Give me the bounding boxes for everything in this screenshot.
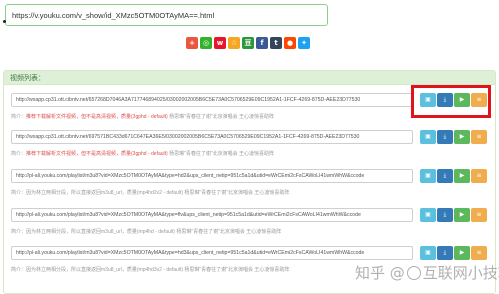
watermark-logo-icon bbox=[406, 266, 421, 280]
video-description: 简介：因为林立两相分段，所以直接返回m3u8_url，质量(mp4hd2v2 -… bbox=[11, 189, 487, 196]
video-title-text: 杨思琳"青春往了谢"北京演唱会 王心凌惊喜助阵 bbox=[176, 229, 282, 235]
video-link-field[interactable]: http://wxapp.cp31.ott.cibntv.net/697571B… bbox=[11, 130, 413, 144]
quality-note: 因为林立两相分段，所以直接返回m3u8_url，质量(mp4hd2v2 - de… bbox=[26, 190, 183, 196]
download-button[interactable]: ⤓ bbox=[437, 246, 453, 260]
quality-note: 因为林立两相分段，所以直接返回m3u8_url，质量(mp4hd - defau… bbox=[26, 229, 175, 235]
video-title-text: 杨思琳"青春往了谢"北京演唱会 王心凌惊喜助阵 bbox=[184, 190, 290, 196]
play-button[interactable]: ▶ bbox=[454, 130, 470, 144]
copy-button[interactable]: ▣ bbox=[420, 208, 436, 222]
copy-button[interactable]: ▣ bbox=[420, 130, 436, 144]
video-title-text: 杨思琳"青春往了谢"北京演唱会 王心凌惊喜助阵 bbox=[169, 114, 275, 120]
description-label: 简介： bbox=[11, 114, 27, 120]
download-button[interactable]: ⤓ bbox=[437, 169, 453, 183]
play-button[interactable]: ▶ bbox=[454, 246, 470, 260]
row-action-buttons: ▣ ⤓ ▶ ≡ bbox=[420, 208, 487, 222]
download-button[interactable]: ⤓ bbox=[437, 130, 453, 144]
description-label: 简介： bbox=[11, 190, 27, 196]
weibo-icon[interactable]: w bbox=[214, 37, 226, 49]
download-button[interactable]: ⤓ bbox=[437, 208, 453, 222]
menu-button[interactable]: ≡ bbox=[471, 130, 487, 144]
video-link-field[interactable]: http://wxapp.cp31.ott.cibntv.net/657268D… bbox=[11, 93, 413, 107]
video-link-field[interactable]: http://pl-ali.youku.com/playlist/m3u8?vi… bbox=[11, 208, 413, 222]
play-button[interactable]: ▶ bbox=[454, 208, 470, 222]
description-label: 简介： bbox=[11, 151, 27, 157]
douban-icon[interactable]: 豆 bbox=[242, 37, 254, 49]
watermark: 知乎 @ 互联网小技巧 bbox=[355, 262, 499, 283]
plus-icon[interactable]: + bbox=[186, 37, 198, 49]
cursor-dot bbox=[3, 20, 6, 23]
video-description: 简介：因为林立两相分段，所以直接返回m3u8_url，质量(mp4hd - de… bbox=[11, 228, 487, 235]
highlight-box bbox=[411, 85, 491, 118]
play-button[interactable]: ▶ bbox=[454, 169, 470, 183]
quality-note: 推荐下载解析文件视频，但不是高清视频，质量(3gphd - default) bbox=[26, 151, 168, 157]
video-link-field[interactable]: http://pl-ali.youku.com/playlist/m3u8?vi… bbox=[11, 246, 413, 260]
video-description: 简介：推荐下载解析文件视频，但不是高清视频，质量(3gphd - default… bbox=[11, 150, 487, 157]
row-action-buttons: ▣ ⤓ ▶ ≡ bbox=[420, 169, 487, 183]
menu-button[interactable]: ≡ bbox=[471, 246, 487, 260]
row-action-buttons: ▣ ⤓ ▶ ≡ bbox=[420, 130, 487, 144]
quality-note: 因为林立两相分段，所以直接返回m3u8_url，质量(mp4hd3v2 - de… bbox=[26, 267, 183, 273]
watermark-left: 知乎 @ bbox=[355, 264, 405, 282]
video-link-field[interactable]: http://pl-ali.youku.com/playlist/m3u8?vi… bbox=[11, 169, 413, 183]
facebook-icon[interactable]: f bbox=[256, 37, 268, 49]
url-bar[interactable] bbox=[5, 4, 328, 26]
panel-title: 视频列表： bbox=[4, 71, 495, 85]
menu-button[interactable]: ≡ bbox=[471, 208, 487, 222]
video-title-text: 杨思琳"青春往了谢"北京演唱会 王心凌惊喜助阵 bbox=[184, 267, 290, 273]
description-label: 简介： bbox=[11, 267, 27, 273]
copy-button[interactable]: ▣ bbox=[420, 246, 436, 260]
reddit-icon[interactable]: ● bbox=[284, 37, 296, 49]
qzone-icon[interactable]: ☆ bbox=[228, 37, 240, 49]
url-input[interactable] bbox=[6, 10, 327, 20]
video-title-text: 杨思琳"青春往了谢"北京演唱会 王心凌惊喜助阵 bbox=[169, 151, 275, 157]
wechat-icon[interactable]: ◎ bbox=[200, 37, 212, 49]
menu-button[interactable]: ≡ bbox=[471, 169, 487, 183]
row-action-buttons: ▣ ⤓ ▶ ≡ bbox=[420, 246, 487, 260]
share-toolbar: + ◎ w ☆ 豆 f t ● ✦ bbox=[186, 37, 310, 51]
description-label: 简介： bbox=[11, 229, 27, 235]
twitter-icon[interactable]: ✦ bbox=[298, 37, 310, 49]
tumblr-icon[interactable]: t bbox=[270, 37, 282, 49]
quality-note: 推荐下载解析文件视频，但不是高清视频，质量(3gphd - default) bbox=[26, 114, 168, 120]
copy-button[interactable]: ▣ bbox=[420, 169, 436, 183]
watermark-right: 互联网小技巧 bbox=[422, 264, 499, 282]
